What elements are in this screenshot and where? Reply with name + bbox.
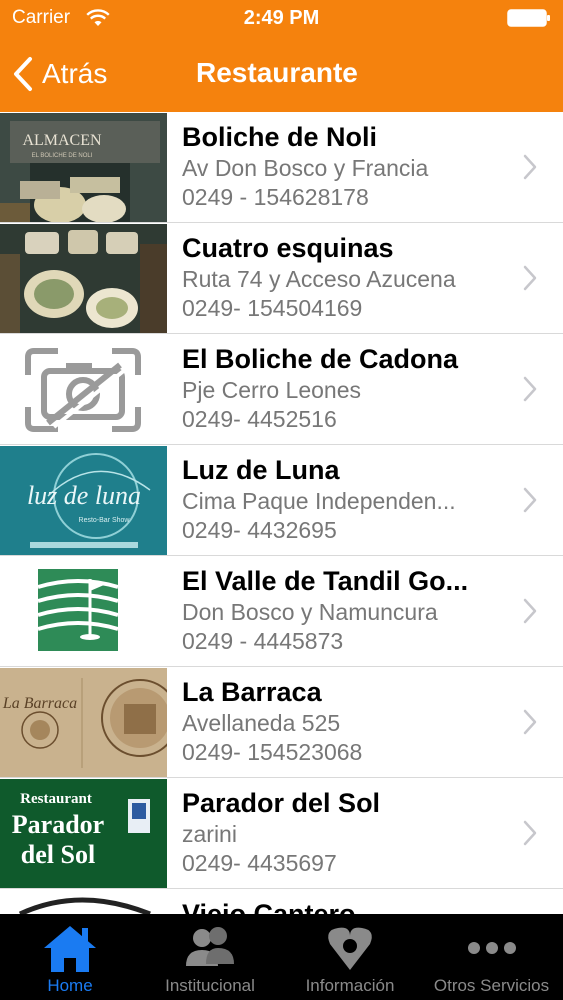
back-button[interactable]: Atrás: [12, 54, 107, 94]
thumb-almacen-text: ALMACEN: [22, 132, 102, 149]
restaurant-phone: 0249 - 154628178: [182, 184, 369, 210]
thumb-parador-mid: Parador: [12, 810, 104, 839]
restaurant-phone: 0249- 4452516: [182, 406, 337, 432]
list-item[interactable]: Cuatro esquinas Ruta 74 y Acceso Azucena…: [0, 223, 563, 334]
restaurant-phone: 0249- 4435697: [182, 850, 337, 876]
tab-otros-servicios[interactable]: Otros Servicios: [420, 914, 563, 1000]
info-marker-icon: [328, 927, 372, 970]
chevron-right-icon: [523, 265, 537, 291]
restaurant-thumbnail: Restaurant Parador del Sol: [0, 779, 167, 888]
list-item[interactable]: El Valle de Tandil Go... Don Bosco y Nam…: [0, 556, 563, 667]
restaurant-name: Parador del Sol: [182, 788, 381, 818]
thumb-almacen-subtext: EL BOLICHE DE NOLI: [32, 153, 93, 159]
restaurant-thumbnail: [0, 557, 167, 666]
thumb-parador-top: Restaurant: [20, 791, 92, 807]
chevron-right-icon: [523, 820, 537, 846]
restaurant-phone: 0249- 154523068: [182, 739, 363, 765]
restaurant-name: La Barraca: [182, 677, 322, 707]
list-item[interactable]: Restaurant Parador del Sol Parador del S…: [0, 778, 563, 889]
restaurant-list[interactable]: ALMACEN EL BOLICHE DE NOLI Boliche de No…: [0, 112, 563, 914]
restaurant-thumbnail: La Barraca: [0, 668, 167, 777]
restaurant-name: Luz de Luna: [182, 455, 340, 485]
status-time: 2:49 PM: [243, 7, 320, 29]
chevron-right-icon: [523, 376, 537, 402]
thumb-barraca-text: La Barraca: [2, 695, 77, 712]
restaurant-phone: 0249- 4432695: [182, 517, 337, 543]
thumb-parador-bot: del Sol: [21, 840, 95, 869]
restaurant-name: Cuatro esquinas: [182, 233, 394, 263]
page-title: Restaurante: [196, 57, 358, 88]
restaurant-thumbnail: ALMACEN EL BOLICHE DE NOLI: [0, 113, 167, 222]
restaurant-name: Viejo Cantero: [182, 899, 356, 914]
restaurant-name: Boliche de Noli: [182, 122, 378, 152]
restaurant-name: El Valle de Tandil Go...: [182, 566, 469, 596]
restaurant-address: Cima Paque Independen...: [182, 488, 456, 514]
restaurant-address: zarini: [182, 821, 237, 847]
battery-icon: [507, 9, 550, 27]
restaurant-address: Don Bosco y Namuncura: [182, 599, 438, 625]
list-item[interactable]: luz de luna Resto-Bar Show Luz de Luna C…: [0, 445, 563, 556]
chevron-right-icon: [523, 709, 537, 735]
home-icon: [44, 926, 96, 972]
thumb-luz-text: luz de luna: [27, 481, 141, 510]
thumb-luz-subtext: Resto-Bar Show: [79, 517, 131, 524]
list-item[interactable]: La Barraca La Barraca Avellaneda 525 024…: [0, 667, 563, 778]
restaurant-phone: 0249 - 4445873: [182, 628, 344, 654]
status-bar: Carrier 2:49 PM: [0, 0, 563, 36]
more-dots-icon: [467, 942, 516, 954]
chevron-right-icon: [523, 154, 537, 180]
list-item[interactable]: Viejo Cantero: [0, 889, 563, 914]
restaurant-address: Avellaneda 525: [182, 710, 341, 736]
tab-home[interactable]: Home: [0, 914, 140, 1000]
chevron-left-icon: [14, 57, 32, 91]
list-item[interactable]: El Boliche de Cadona Pje Cerro Leones 02…: [0, 334, 563, 445]
tab-informacion-label: Información: [305, 976, 395, 995]
camera-off-icon: [0, 335, 167, 444]
people-icon: [186, 927, 234, 966]
navigation-header: Carrier 2:49 PM Atrás Restaurante: [0, 0, 563, 112]
tab-home-label: Home: [47, 976, 93, 995]
restaurant-address: Av Don Bosco y Francia: [182, 155, 429, 181]
restaurant-name: El Boliche de Cadona: [182, 344, 459, 374]
tab-institucional-label: Institucional: [165, 976, 255, 995]
restaurant-thumbnail: [0, 890, 167, 914]
chevron-right-icon: [523, 487, 537, 513]
tab-bar: Home Institucional Información Otros Ser…: [0, 914, 563, 1000]
tab-otros-servicios-label: Otros Servicios: [433, 976, 550, 995]
back-button-label: Atrás: [42, 58, 108, 89]
list-item[interactable]: ALMACEN EL BOLICHE DE NOLI Boliche de No…: [0, 112, 563, 223]
chevron-right-icon: [523, 598, 537, 624]
restaurant-address: Ruta 74 y Acceso Azucena: [182, 266, 456, 292]
restaurant-thumbnail: [0, 224, 167, 333]
tab-institucional[interactable]: Institucional: [140, 914, 280, 1000]
restaurant-phone: 0249- 154504169: [182, 295, 363, 321]
restaurant-address: Pje Cerro Leones: [182, 377, 361, 403]
no-image-placeholder: [0, 335, 167, 444]
restaurant-thumbnail: luz de luna Resto-Bar Show: [0, 446, 167, 555]
tab-informacion[interactable]: Información: [280, 914, 420, 1000]
